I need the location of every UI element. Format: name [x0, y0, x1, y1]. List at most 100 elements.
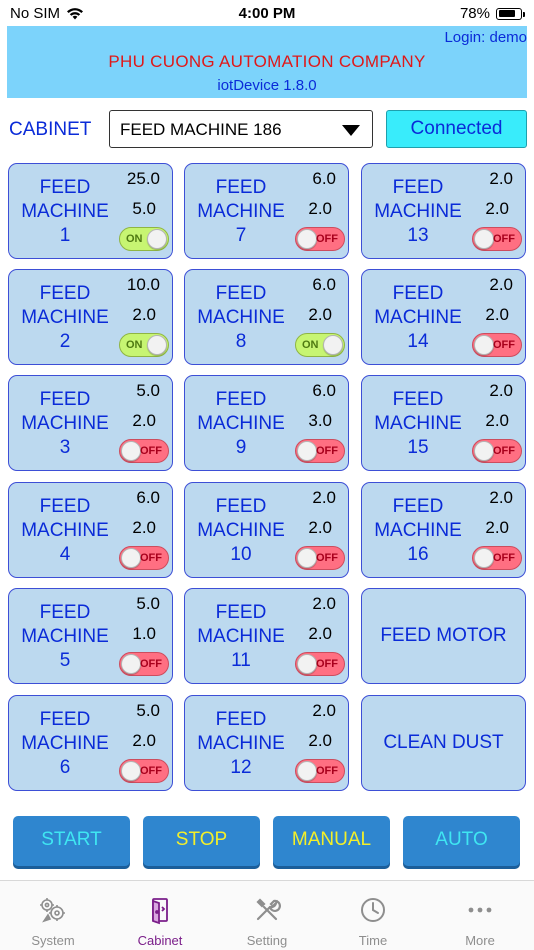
tab-more[interactable]: More [427, 881, 533, 950]
company-title: PHU CUONG AUTOMATION COMPANY [108, 52, 426, 71]
tab-label: More [465, 933, 495, 948]
machine-tile-5[interactable]: FEED MACHINE 5 5.0 1.0 OFF [8, 588, 173, 684]
machine-tile-12[interactable]: FEED MACHINE 12 2.0 2.0 OFF [184, 695, 349, 791]
chevron-down-icon [342, 125, 360, 136]
machine-name: FEED MACHINE 3 [21, 389, 109, 458]
cabinet-label: CABINET [9, 119, 92, 140]
machine-value-2: 2.0 [485, 518, 509, 537]
machine-tile-4[interactable]: FEED MACHINE 4 6.0 2.0 OFF [8, 482, 173, 578]
machine-value-1: 6.0 [312, 275, 336, 294]
auto-button[interactable]: AUTO [403, 816, 520, 866]
clock-icon [320, 895, 426, 925]
machine-tile-2[interactable]: FEED MACHINE 2 10.0 2.0 ON [8, 269, 173, 365]
machine-toggle[interactable]: OFF [119, 759, 169, 783]
app-version: iotDevice 1.8.0 [217, 77, 317, 94]
machine-name: FEED MACHINE 1 [21, 177, 109, 246]
toggle-label: OFF [493, 233, 515, 245]
machine-value-2: 2.0 [132, 411, 156, 430]
machine-value-1: 2.0 [489, 169, 513, 188]
toggle-knob [297, 441, 317, 461]
toggle-knob [474, 548, 494, 568]
machine-tile-7[interactable]: FEED MACHINE 7 6.0 2.0 OFF [184, 163, 349, 259]
toggle-knob [474, 229, 494, 249]
tab-setting[interactable]: Setting [214, 881, 320, 950]
machine-tile-9[interactable]: FEED MACHINE 9 6.0 3.0 OFF [184, 375, 349, 471]
login-label[interactable]: Login: demo [444, 29, 527, 46]
machine-name: FEED MACHINE 7 [197, 177, 285, 246]
machine-tile-15[interactable]: FEED MACHINE 15 2.0 2.0 OFF [361, 375, 526, 471]
machine-toggle[interactable]: ON [119, 227, 169, 251]
machine-value-1: 2.0 [312, 594, 336, 613]
machine-value-1: 2.0 [489, 381, 513, 400]
machine-value-2: 2.0 [485, 411, 509, 430]
start-button[interactable]: START [13, 816, 130, 866]
toggle-knob [474, 335, 494, 355]
machine-tile-10[interactable]: FEED MACHINE 10 2.0 2.0 OFF [184, 482, 349, 578]
manual-button[interactable]: MANUAL [273, 816, 390, 866]
machine-tile-8[interactable]: FEED MACHINE 8 6.0 2.0 ON [184, 269, 349, 365]
feed-motor-button[interactable]: FEED MOTOR [361, 588, 526, 684]
status-bar: No SIM 4:00 PM 78% [0, 0, 534, 28]
machine-tile-6[interactable]: FEED MACHINE 6 5.0 2.0 OFF [8, 695, 173, 791]
toggle-knob [297, 548, 317, 568]
toggle-label: OFF [316, 233, 338, 245]
machine-tile-16[interactable]: FEED MACHINE 16 2.0 2.0 OFF [361, 482, 526, 578]
machine-toggle[interactable]: OFF [472, 546, 522, 570]
machine-tile-11[interactable]: FEED MACHINE 11 2.0 2.0 OFF [184, 588, 349, 684]
machine-value-2: 2.0 [132, 305, 156, 324]
machine-value-1: 25.0 [126, 169, 160, 188]
clean-dust-label: CLEAN DUST [383, 732, 504, 753]
toggle-label: ON [126, 233, 143, 245]
machine-toggle[interactable]: OFF [472, 333, 522, 357]
machine-toggle[interactable]: OFF [295, 759, 345, 783]
tab-time[interactable]: Time [320, 881, 426, 950]
toggle-label: OFF [316, 658, 338, 670]
toggle-knob [121, 654, 141, 674]
toggle-knob [474, 441, 494, 461]
machine-toggle[interactable]: OFF [472, 227, 522, 251]
toggle-label: OFF [493, 445, 515, 457]
machine-name: FEED MACHINE 5 [21, 602, 109, 671]
tab-cabinet[interactable]: Cabinet [107, 881, 213, 950]
machine-tile-14[interactable]: FEED MACHINE 14 2.0 2.0 OFF [361, 269, 526, 365]
toggle-label: OFF [140, 552, 162, 564]
machine-value-2: 2.0 [308, 305, 332, 324]
machine-toggle[interactable]: ON [119, 333, 169, 357]
machine-value-2: 2.0 [308, 518, 332, 537]
cabinet-icon [107, 895, 213, 925]
machine-toggle[interactable]: OFF [119, 546, 169, 570]
machine-name: FEED MACHINE 14 [374, 283, 462, 352]
machine-value-1: 2.0 [312, 488, 336, 507]
stop-button[interactable]: STOP [143, 816, 260, 866]
tab-system[interactable]: System [0, 881, 106, 950]
toggle-knob [121, 761, 141, 781]
machine-toggle[interactable]: OFF [472, 439, 522, 463]
machine-name: FEED MACHINE 12 [197, 709, 285, 778]
machine-toggle[interactable]: OFF [119, 652, 169, 676]
clean-dust-button[interactable]: CLEAN DUST [361, 695, 526, 791]
machine-toggle[interactable]: OFF [295, 546, 345, 570]
machine-value-2: 2.0 [132, 518, 156, 537]
cabinet-dropdown[interactable]: FEED MACHINE 186 [109, 110, 373, 148]
toggle-knob [147, 335, 167, 355]
machine-toggle[interactable]: ON [295, 333, 345, 357]
machine-tile-3[interactable]: FEED MACHINE 3 5.0 2.0 OFF [8, 375, 173, 471]
machine-tile-1[interactable]: FEED MACHINE 1 25.0 5.0 ON [8, 163, 173, 259]
machine-toggle[interactable]: OFF [295, 227, 345, 251]
machine-value-2: 1.0 [132, 624, 156, 643]
toggle-knob [147, 229, 167, 249]
clock-time: 4:00 PM [238, 5, 296, 22]
machine-toggle[interactable]: OFF [295, 652, 345, 676]
machine-toggle[interactable]: OFF [119, 439, 169, 463]
toggle-knob [297, 654, 317, 674]
machine-name: FEED MACHINE 6 [21, 709, 109, 778]
feed-motor-label: FEED MOTOR [380, 625, 507, 646]
toggle-knob [121, 441, 141, 461]
connection-status-button[interactable]: Connected [386, 110, 527, 148]
machine-toggle[interactable]: OFF [295, 439, 345, 463]
machine-tile-13[interactable]: FEED MACHINE 13 2.0 2.0 OFF [361, 163, 526, 259]
toggle-knob [121, 548, 141, 568]
toggle-knob [323, 335, 343, 355]
machine-value-1: 6.0 [312, 169, 336, 188]
machine-name: FEED MACHINE 11 [197, 602, 285, 671]
